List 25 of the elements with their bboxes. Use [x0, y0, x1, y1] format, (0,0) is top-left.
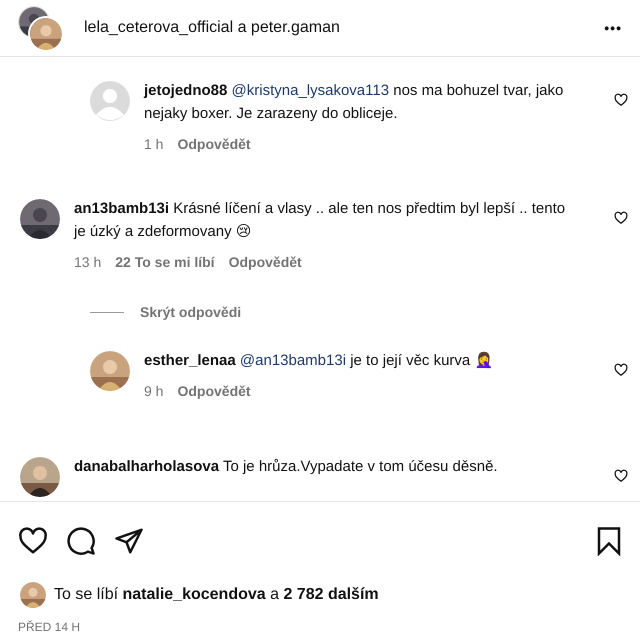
comment-icon[interactable]	[66, 526, 96, 556]
comment-time: 13 h	[74, 253, 102, 272]
post-authors[interactable]: lela_ceterova_official a peter.gaman	[84, 19, 584, 37]
heart-icon[interactable]	[18, 526, 48, 556]
comment-text: jetojedno88 @kristyna_lysakova113 nos ma bohuzel tvar, jako nejaky boxer. Je zarazeny do obliceje.	[144, 81, 564, 124]
heart-icon[interactable]	[614, 211, 628, 225]
comment-text: danabalharholasova To je hrůza.Vypadate v tom účesu děsně.	[74, 457, 499, 477]
comment-time: 1 h	[144, 135, 164, 154]
heart-icon[interactable]	[614, 93, 628, 107]
heart-icon[interactable]	[614, 469, 628, 483]
reply-link[interactable]: Odpovědět	[177, 380, 251, 403]
comment-time: 9 h	[144, 382, 164, 401]
send-icon[interactable]	[114, 526, 144, 556]
reply-link[interactable]: Odpovědět	[228, 251, 302, 274]
heart-icon[interactable]	[614, 363, 628, 377]
post-time: PŘED 14 H	[17, 619, 82, 634]
reply-link[interactable]: Odpovědět	[177, 133, 251, 156]
more-options-icon[interactable]: •••	[604, 20, 622, 36]
hide-replies-button[interactable]: Skrýt odpovědi	[140, 304, 242, 320]
comment-text: an13bamb13i Krásné líčení a vlasy .. ale ten nos předtim byl lepší .. tento je úzký a zdeformovany 😢	[74, 199, 566, 242]
likes-text[interactable]: To se líbí natalie_kocendova a 2 782 dalším	[54, 586, 379, 604]
bookmark-icon[interactable]	[596, 526, 622, 556]
like-count[interactable]: 22 To se mi líbí	[115, 251, 215, 274]
avatar-icon	[90, 81, 130, 121]
comment-text: esther_lenaa @an13bamb13i je to její věc kurva 🤦‍♀	[144, 350, 494, 371]
